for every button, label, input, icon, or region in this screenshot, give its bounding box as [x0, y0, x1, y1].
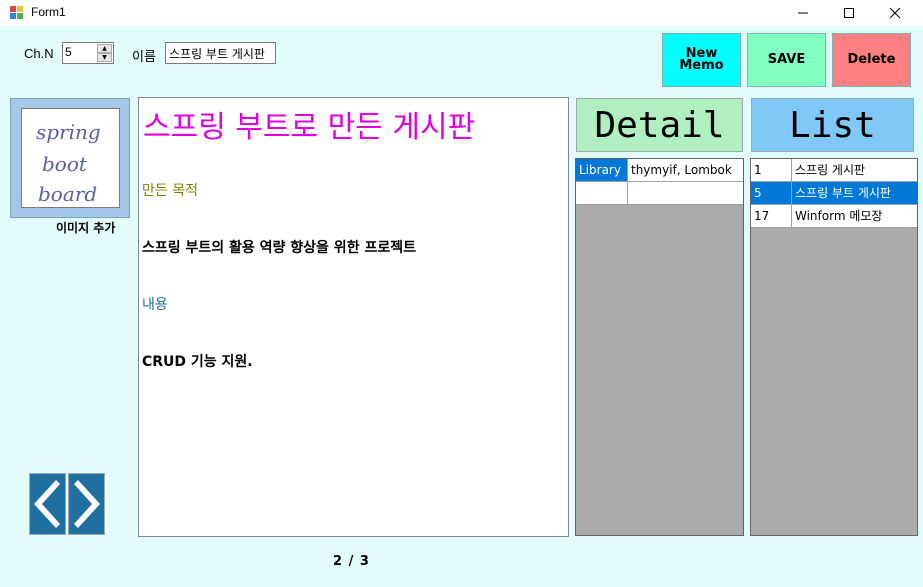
detail-key-cell[interactable]: Library	[576, 159, 628, 181]
list-id-cell[interactable]: 1	[751, 159, 792, 181]
new-memo-button[interactable]: New Memo	[662, 33, 741, 87]
delete-button[interactable]: Delete	[832, 33, 911, 87]
page-indicator: 2 / 3	[333, 554, 370, 569]
detail-header: Detail	[576, 98, 743, 152]
sketch-word-board: board	[38, 182, 97, 206]
content-textbox[interactable]: 스프링 부트로 만든 게시판 만든 목적 스프링 부트의 활용 역량 향상을 위…	[138, 97, 569, 537]
spin-up-icon[interactable]: ▲	[97, 44, 112, 53]
sketch-image: spring boot board	[21, 108, 120, 208]
chn-value[interactable]: 5	[65, 45, 72, 59]
image-picture-box[interactable]: spring boot board	[10, 98, 130, 218]
list-id-cell[interactable]: 5	[751, 182, 792, 204]
chn-spinner[interactable]: 5 ▲ ▼	[62, 42, 114, 64]
new-memo-label-line2: Memo	[679, 58, 724, 73]
list-row[interactable]: 17 Winform 메모장	[751, 205, 917, 228]
window-title: Form1	[31, 5, 66, 19]
content-body-contents: CRUD 기능 지원.	[142, 354, 253, 370]
list-row[interactable]: 5 스프링 부트 게시판	[751, 182, 917, 205]
content-body-purpose: 스프링 부트의 활용 역량 향상을 위한 프로젝트	[142, 240, 416, 256]
sketch-word-boot: boot	[42, 152, 88, 176]
content-title: 스프링 부트로 만든 게시판	[143, 110, 476, 145]
list-title-cell[interactable]: Winform 메모장	[792, 205, 917, 227]
detail-value-cell[interactable]: thymyif, Lombok	[628, 159, 743, 181]
list-title-cell[interactable]: 스프링 부트 게시판	[792, 182, 917, 204]
content-subheading-purpose: 만든 목적	[142, 183, 198, 199]
prev-button[interactable]	[29, 473, 66, 535]
detail-row[interactable]: Library thymyif, Lombok	[576, 159, 743, 182]
spin-down-icon[interactable]: ▼	[97, 53, 112, 62]
list-header: List	[751, 98, 914, 152]
detail-value-cell[interactable]	[628, 182, 743, 204]
list-grid[interactable]: 1 스프링 게시판 5 스프링 부트 게시판 17 Winform 메모장	[750, 158, 918, 536]
close-button[interactable]	[872, 0, 918, 26]
minimize-button[interactable]	[780, 0, 826, 26]
list-title-cell[interactable]: 스프링 게시판	[792, 159, 917, 181]
detail-row[interactable]	[576, 182, 743, 205]
name-label: 이름	[132, 49, 156, 64]
chevron-left-icon	[30, 474, 65, 534]
maximize-button[interactable]	[826, 0, 872, 26]
chn-label: Ch.N	[24, 46, 54, 61]
list-row[interactable]: 1 스프링 게시판	[751, 159, 917, 182]
add-image-label[interactable]: 이미지 추가	[56, 219, 115, 236]
app-icon	[10, 6, 24, 20]
handwritten-logo-image: spring boot board	[36, 120, 101, 206]
list-id-cell[interactable]: 17	[751, 205, 792, 227]
minimize-icon	[798, 12, 808, 14]
save-button[interactable]: SAVE	[747, 33, 826, 87]
form-client-area: Ch.N 5 ▲ ▼ 이름 스프링 부트 게시판 New Memo SAVE D…	[0, 26, 923, 587]
next-button[interactable]	[68, 473, 105, 535]
maximize-icon	[844, 8, 854, 18]
title-bar: Form1	[0, 0, 923, 26]
spinner-arrows[interactable]: ▲ ▼	[97, 44, 112, 62]
chevron-right-icon	[69, 474, 104, 534]
detail-key-cell[interactable]	[576, 182, 628, 204]
detail-grid[interactable]: Library thymyif, Lombok	[575, 158, 744, 536]
sketch-word-spring: spring	[36, 120, 101, 144]
close-icon	[889, 7, 901, 19]
content-subheading-contents: 내용	[142, 297, 168, 313]
name-input[interactable]: 스프링 부트 게시판	[165, 42, 276, 64]
